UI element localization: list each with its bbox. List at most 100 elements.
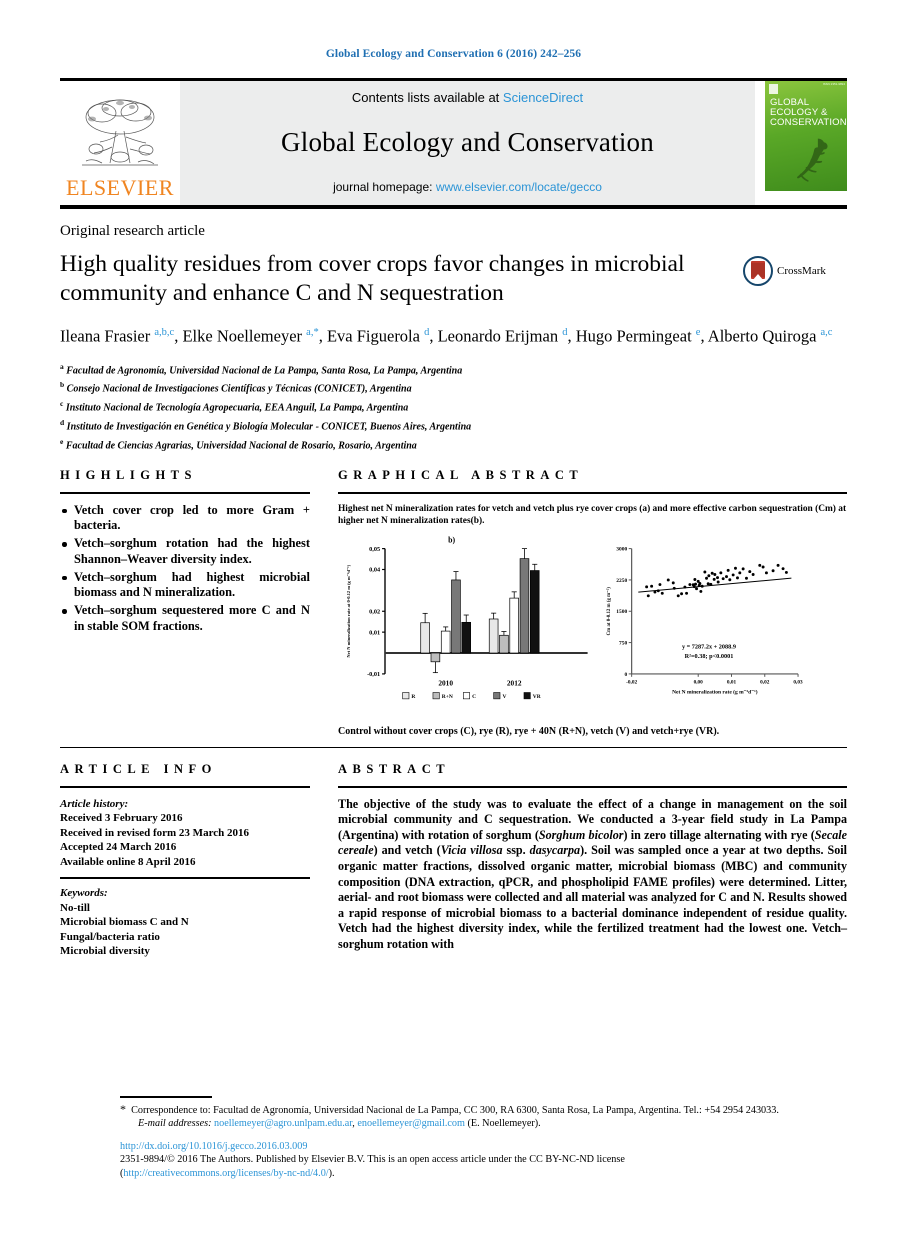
scatter-point <box>731 573 735 577</box>
affiliation-item: c Instituto Nacional de Tecnología Agrop… <box>60 399 409 414</box>
scatter-point <box>694 582 698 586</box>
highlight-item: Vetch cover crop led to more Gram + bact… <box>60 503 310 534</box>
email-note: E-mail addresses: noellemeyer@agro.unlpa… <box>138 1118 541 1129</box>
sciencedirect-link[interactable]: ScienceDirect <box>503 90 583 105</box>
article-history-item: Received in revised form 23 March 2016 <box>60 826 249 839</box>
scatter-point <box>698 581 702 585</box>
license-link[interactable]: http://creativecommons.org/licenses/by-n… <box>123 1168 328 1179</box>
legend-swatch-C <box>463 691 470 699</box>
abstract-rule <box>338 785 847 788</box>
scatter-point <box>695 586 699 590</box>
figure-label: Net N mineralization rate (g m⁻²d⁻¹) <box>672 688 758 695</box>
bar-V-2012 <box>519 557 530 654</box>
doi-link[interactable]: http://dx.doi.org/10.1016/j.gecco.2016.0… <box>120 1141 307 1152</box>
article-type: Original research article <box>60 223 205 239</box>
scatter-point <box>784 570 788 574</box>
footnote-rule <box>120 1095 212 1098</box>
scatter-point <box>705 576 708 580</box>
bar-R-2012 <box>488 618 499 654</box>
graphical-abstract-rule <box>338 491 847 494</box>
affiliation-item: a Facultad de Agronomía, Universidad Nac… <box>60 361 463 376</box>
legend-swatch-R <box>402 691 410 699</box>
homepage-link[interactable]: www.elsevier.com/locate/gecco <box>436 180 602 194</box>
scatter-point <box>676 593 680 597</box>
highlights-section: HIGHLIGHTS Vetch cover crop led to more … <box>60 468 332 737</box>
highlight-item: Vetch–sorghum rotation had the highest S… <box>60 536 310 567</box>
scatter-point <box>721 576 725 580</box>
legend-swatch-R+N <box>432 691 440 699</box>
highlights-rule <box>60 491 310 494</box>
figure-label: -0,02 <box>626 679 637 685</box>
highlight-item: Vetch–sorghum sequestered more C and N i… <box>60 603 310 634</box>
scatter-point <box>776 563 780 567</box>
figure-label: 750 <box>619 640 627 646</box>
graphical-abstract-caption: Highest net N mineralization rates for v… <box>338 503 847 526</box>
journal-title: Global Ecology and Conservation <box>281 127 654 157</box>
article-history-item: Received 3 February 2016 <box>60 812 183 825</box>
contents-available-line: Contents lists available at ScienceDirec… <box>352 90 583 105</box>
bar-VR-2010 <box>461 621 471 654</box>
cover-title-text: GLOBAL ECOLOGY & CONSERVATION <box>770 97 847 128</box>
keywords-divider <box>60 877 310 880</box>
figure-label: 0 <box>625 672 628 678</box>
bar-VR-2012 <box>530 569 540 654</box>
legend-swatch-VR <box>523 691 531 699</box>
scatter-point <box>725 574 728 578</box>
figure-label: 3000 <box>616 546 627 552</box>
figure-label: VR <box>533 694 541 700</box>
scatter-point <box>771 568 775 572</box>
highlight-item: Vetch–sorghum had highest microbial biom… <box>60 570 310 601</box>
scatter-point <box>685 591 689 595</box>
scatter-point <box>693 577 697 581</box>
graphical-abstract-figure: b) -0,01 0,01 0,02 0,04 0,05 Net N mineralizat… <box>346 535 803 700</box>
scatter-point <box>706 581 710 585</box>
bar-R+N-2010 <box>430 652 441 662</box>
figure-label: 1500 <box>616 609 627 615</box>
copyright-suffix: ). <box>328 1167 335 1179</box>
bar-y-axis-title: Net N mineralization rate at 0-0.12 m (g… <box>346 564 351 657</box>
elsevier-tree-icon <box>82 99 158 166</box>
crossmark-label: CrossMark <box>777 265 826 277</box>
bar-R+N-2012 <box>499 634 509 654</box>
scatter-point <box>738 571 742 574</box>
bar-V-2010 <box>451 579 461 654</box>
figure-label: 2250 <box>616 578 627 584</box>
keyword-item: Microbial diversity <box>60 945 150 958</box>
abstract-text: The objective of the study was to evalua… <box>338 796 847 951</box>
scatter-point <box>716 575 719 579</box>
figure-label: b) <box>448 535 455 544</box>
figure-label: 0,02 <box>760 679 770 685</box>
figure-label: -0,01 <box>367 671 380 678</box>
crossmark-icon <box>743 256 773 286</box>
keyword-item: Microbial biomass C and N <box>60 916 189 929</box>
highlights-heading: HIGHLIGHTS <box>60 467 197 482</box>
author-list: Ileana Frasier a,b,c, Elke Noellemeyer a… <box>60 326 833 346</box>
figure-label: 0,02 <box>369 608 380 615</box>
crossmark-badge[interactable]: CrossMark <box>743 250 847 286</box>
scatter-point <box>748 569 752 573</box>
masthead-bottom-rule <box>60 205 847 209</box>
scatter-point <box>658 582 662 586</box>
figure-label: C <box>472 694 476 700</box>
homepage-prefix: journal homepage: <box>333 180 436 194</box>
scatter-point <box>751 572 755 576</box>
masthead-center: Contents lists available at ScienceDirec… <box>180 81 755 205</box>
email-link-1[interactable]: noellemeyer@agro.unlpam.edu.ar <box>214 1118 352 1129</box>
scatter-point <box>646 593 650 597</box>
article-header: Original research article High quality r… <box>60 223 847 454</box>
scatter-point <box>650 584 654 588</box>
scatter-point <box>734 566 737 570</box>
keywords-block: Keywords: No-till Microbial biomass C and… <box>60 886 310 959</box>
figure-label: 2012 <box>507 678 522 687</box>
scatter-point <box>764 571 768 574</box>
article-info-rule <box>60 785 310 788</box>
scatter-point <box>728 577 732 581</box>
affiliation-item: d Instituto de Investigación en Genética… <box>60 417 472 433</box>
figure-label: R²=0.38; p<0.0001 <box>685 653 734 660</box>
journal-cover-thumb: GLOBAL ECOLOGY & CONSERVATION ISSN 2351-98… <box>755 81 847 205</box>
elsevier-logo: ELSEVIER <box>60 81 180 205</box>
correspondence-text: Correspondence to: Facultad de Agronomía… <box>131 1104 779 1116</box>
email-link-2[interactable]: enoellemeyer@gmail.com <box>357 1118 465 1129</box>
scatter-point <box>680 591 684 595</box>
article-history-item: Accepted 24 March 2016 <box>60 841 177 854</box>
